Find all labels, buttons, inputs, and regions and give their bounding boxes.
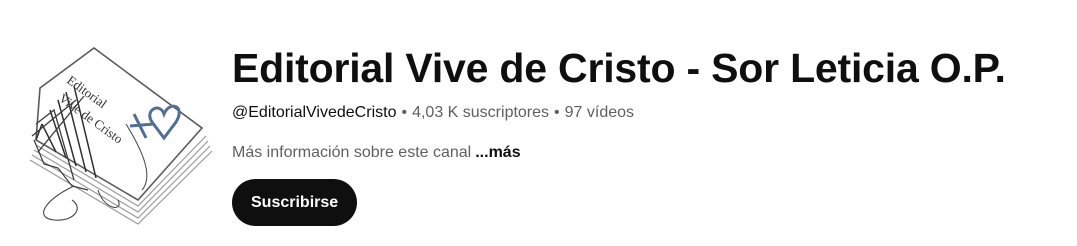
channel-header: Editorial Vive de Cristo Editorial Vive …	[0, 0, 1077, 246]
description-preview: Más información sobre este canal	[232, 144, 472, 161]
channel-info: Editorial Vive de Cristo - Sor Leticia O…	[232, 40, 1062, 226]
book-logo-icon: Editorial Vive de Cristo	[29, 47, 213, 225]
meta-separator: •	[554, 104, 560, 121]
more-link[interactable]: ...más	[475, 144, 520, 161]
channel-title: Editorial Vive de Cristo - Sor Leticia O…	[232, 45, 1006, 91]
channel-meta: @EditorialVivedeCristo • 4,03 K suscriptor…	[232, 102, 1062, 124]
channel-avatar[interactable]: Editorial Vive de Cristo	[14, 40, 214, 226]
subscribe-button[interactable]: Suscribirse	[232, 179, 358, 226]
subscriber-count: 4,03 K suscriptores	[412, 104, 550, 121]
video-count: 97 vídeos	[564, 104, 635, 121]
channel-handle-link[interactable]: @EditorialVivedeCristo	[232, 104, 396, 121]
channel-description-link[interactable]: Más información sobre este canal ...más	[232, 142, 1062, 164]
meta-separator: •	[401, 104, 408, 121]
